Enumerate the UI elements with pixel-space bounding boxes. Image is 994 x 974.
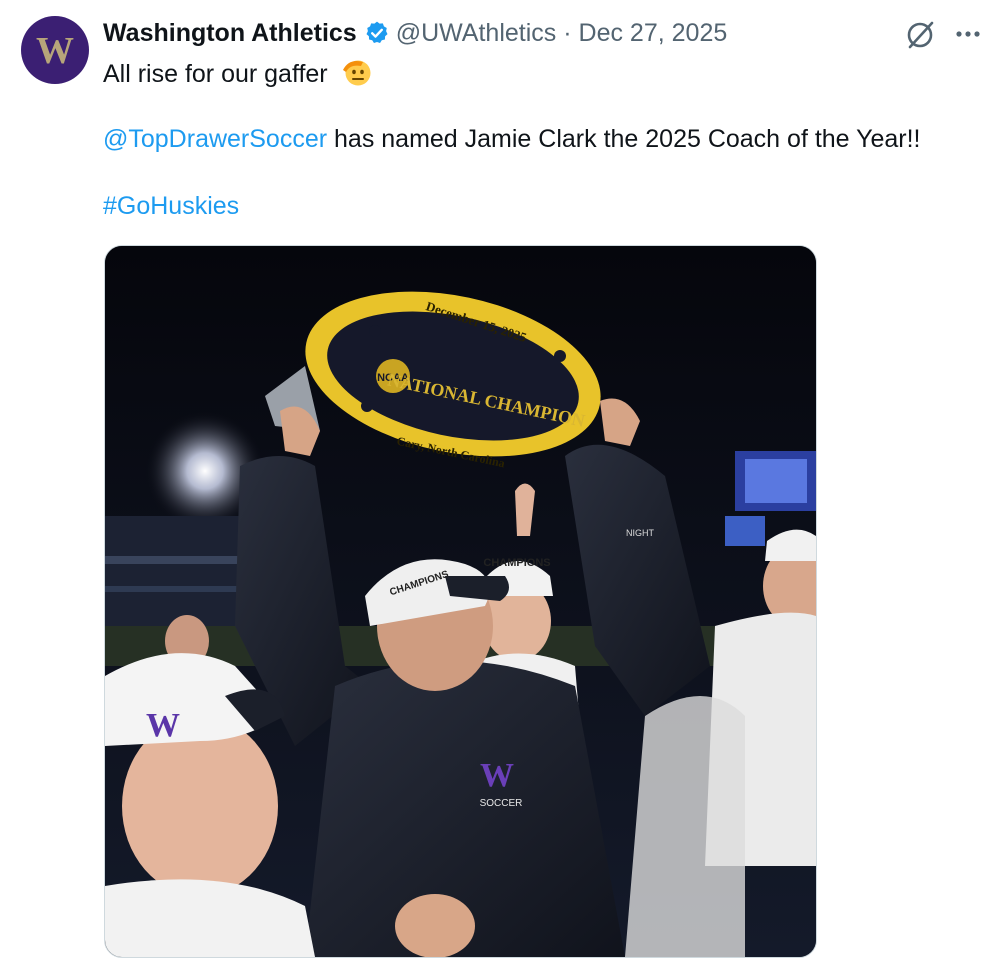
more-icon[interactable] [953, 28, 983, 40]
meta-separator: · [563, 18, 572, 47]
tweet-text-line-1: All rise for our gaffer [103, 56, 373, 90]
tweet-header: Washington Athletics @UWAthletics · Dec … [103, 16, 727, 50]
author-handle[interactable]: @UWAthletics [396, 19, 557, 47]
svg-text:SOCCER: SOCCER [480, 798, 523, 809]
hashtag-link[interactable]: #GoHuskies [103, 192, 239, 220]
tweet-text-line-2: @TopDrawerSoccer has named Jamie Clark t… [103, 123, 920, 155]
photo-illustration: CHAMPIONS December 15, 2025 NCAA NATIONA… [105, 246, 816, 957]
tweet-text-line-3: #GoHuskies [103, 190, 239, 222]
author-name[interactable]: Washington Athletics [103, 19, 357, 48]
mention-link[interactable]: @TopDrawerSoccer [103, 125, 327, 153]
verified-badge-icon [366, 21, 388, 43]
tweet-photo[interactable]: CHAMPIONS December 15, 2025 NCAA NATIONA… [104, 245, 817, 958]
uw-logo-icon: W [36, 30, 74, 70]
author-avatar[interactable]: W [21, 16, 89, 84]
tweet-date[interactable]: Dec 27, 2025 [579, 19, 728, 47]
svg-text:NIGHT: NIGHT [626, 528, 655, 538]
svg-text:W: W [146, 707, 180, 744]
grok-icon[interactable] [903, 18, 937, 52]
tweet-text-rest: has named Jamie Clark the 2025 Coach of … [327, 125, 921, 153]
svg-text:W: W [480, 757, 514, 794]
svg-text:W: W [36, 30, 74, 70]
saluting-face-emoji-icon [342, 60, 371, 86]
tweet-text: All rise for our gaffer [103, 60, 328, 88]
svg-text:CHAMPIONS: CHAMPIONS [483, 557, 550, 569]
